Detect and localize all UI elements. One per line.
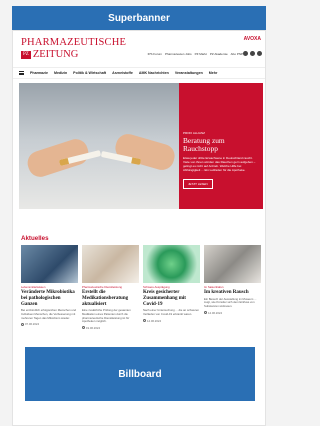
top-link[interactable]: PZ Markt xyxy=(195,52,207,56)
news-cards: Lebensmittelwissen Veränderte Mikrobioti… xyxy=(21,245,261,330)
news-card-date-row: 14.06.2024 xyxy=(143,319,200,323)
superbanner-ad[interactable]: Superbanner xyxy=(12,6,266,30)
top-links: IPS Forum Pharmazeuten Jobs PZ Markt PZ … xyxy=(148,52,243,56)
news-card-text: Nach einer Untersuchung ... die an schwe… xyxy=(143,308,199,316)
news-card-text: Ein Besuch der Ausstellung im Museum ...… xyxy=(204,296,257,308)
news-card-title[interactable]: Kreis gesicherter Zusammenhang mit Covid… xyxy=(143,290,200,307)
clock-icon xyxy=(204,311,207,315)
news-card-date-row: 14.06.2024 xyxy=(204,311,261,315)
nav-item-amk[interactable]: AMK Nachrichten xyxy=(139,71,169,75)
logo-line-1: PHARMAZEUTISCHE xyxy=(21,37,127,48)
news-card[interactable]: Lebensmittelwissen Veränderte Mikrobioti… xyxy=(21,245,78,330)
news-card-date: 14.06.2024 xyxy=(208,310,222,315)
news-card-image[interactable] xyxy=(143,245,200,283)
news-card-date: 19.06.2024 xyxy=(86,325,100,330)
main-navigation: Pharmazie Medizin Politik & Wirtschaft A… xyxy=(13,67,265,79)
news-card-kicker: Im Saisonhafen xyxy=(204,285,224,289)
nav-item-medizin[interactable]: Medizin xyxy=(54,71,67,75)
news-card-kicker: Pharmazeutische Dienstleistung xyxy=(82,285,122,289)
social-icons xyxy=(243,51,262,56)
clock-icon xyxy=(21,322,24,326)
news-card-title[interactable]: Erstellt die Medikationsberatung aktuali… xyxy=(82,290,139,307)
news-card-date-row: 19.06.2024 xyxy=(82,326,139,330)
news-card-title[interactable]: Veränderte Mikrobiotika bei pathologisch… xyxy=(21,290,78,307)
news-card-image[interactable] xyxy=(82,245,139,283)
nav-item-veranstaltungen[interactable]: Veranstaltungen xyxy=(175,71,203,75)
nav-item-arzneistoffe[interactable]: Arzneistoffe xyxy=(112,71,133,75)
news-card-image[interactable] xyxy=(21,245,78,283)
news-card[interactable]: Pharmazeutische Dienstleistung Erstellt … xyxy=(82,245,139,330)
top-link[interactable]: Pharmazeuten Jobs xyxy=(165,52,192,56)
news-card[interactable]: Im Saisonhafen Im kreativen Rausch Ein B… xyxy=(204,245,261,330)
menu-icon[interactable] xyxy=(19,71,24,75)
hero-title[interactable]: Beratung zum Rauchstopp xyxy=(183,137,259,153)
news-card-date: 07.06.2024 xyxy=(25,322,39,327)
linkedin-icon[interactable] xyxy=(257,51,262,56)
news-card-image[interactable] xyxy=(204,245,261,283)
top-link[interactable]: IPS Forum xyxy=(148,52,162,56)
news-card-text: Bei entzündlich erfolgreichen Menschen u… xyxy=(21,308,77,320)
hero-read-button[interactable]: JETZT LESEN xyxy=(183,179,213,189)
hero-image[interactable] xyxy=(19,83,179,209)
news-card-date: 14.06.2024 xyxy=(147,318,161,323)
nav-item-mehr[interactable]: Mehr xyxy=(209,71,218,75)
hero-text: Etwa jeder dritte Erwachsene in Deutschl… xyxy=(183,156,256,172)
hero-kicker: PROFI ALLIANZ xyxy=(183,131,206,135)
clock-icon xyxy=(143,319,146,323)
nav-item-politik[interactable]: Politik & Wirtschaft xyxy=(73,71,106,75)
news-card-kicker: Schwere Ausprägung xyxy=(143,285,170,289)
twitter-icon[interactable] xyxy=(250,51,255,56)
page: PHARMAZEUTISCHE PZ ZEITUNG AVOXA IPS For… xyxy=(12,30,266,426)
nav-item-pharmazie[interactable]: Pharmazie xyxy=(30,71,48,75)
logo-badge: PZ xyxy=(21,50,31,59)
logo-line-2: ZEITUNG xyxy=(32,49,79,60)
top-link[interactable]: Abo PNP xyxy=(231,52,243,56)
publisher-logo[interactable]: AVOXA xyxy=(244,36,261,42)
top-link[interactable]: PZ Akademie xyxy=(210,52,228,56)
logo-line-2-row: PZ ZEITUNG xyxy=(21,49,161,60)
billboard-ad[interactable]: Billboard xyxy=(25,347,255,401)
news-card-kicker: Lebensmittelwissen xyxy=(21,285,46,289)
hero-teaser[interactable]: PROFI ALLIANZ Beratung zum Rauchstopp Et… xyxy=(19,83,263,209)
site-logo[interactable]: PHARMAZEUTISCHE PZ ZEITUNG xyxy=(21,37,161,63)
section-title-aktuelles: Aktuelles xyxy=(21,235,49,242)
news-card-title[interactable]: Im kreativen Rausch xyxy=(204,290,261,296)
clock-icon xyxy=(82,326,85,330)
news-card-text: Eine zusätzliche Prüfung der gesamten Me… xyxy=(82,308,131,324)
hero-panel: PROFI ALLIANZ Beratung zum Rauchstopp Et… xyxy=(179,83,263,209)
news-card[interactable]: Schwere Ausprägung Kreis gesicherter Zus… xyxy=(143,245,200,330)
news-card-date-row: 07.06.2024 xyxy=(21,322,78,326)
facebook-icon[interactable] xyxy=(243,51,248,56)
